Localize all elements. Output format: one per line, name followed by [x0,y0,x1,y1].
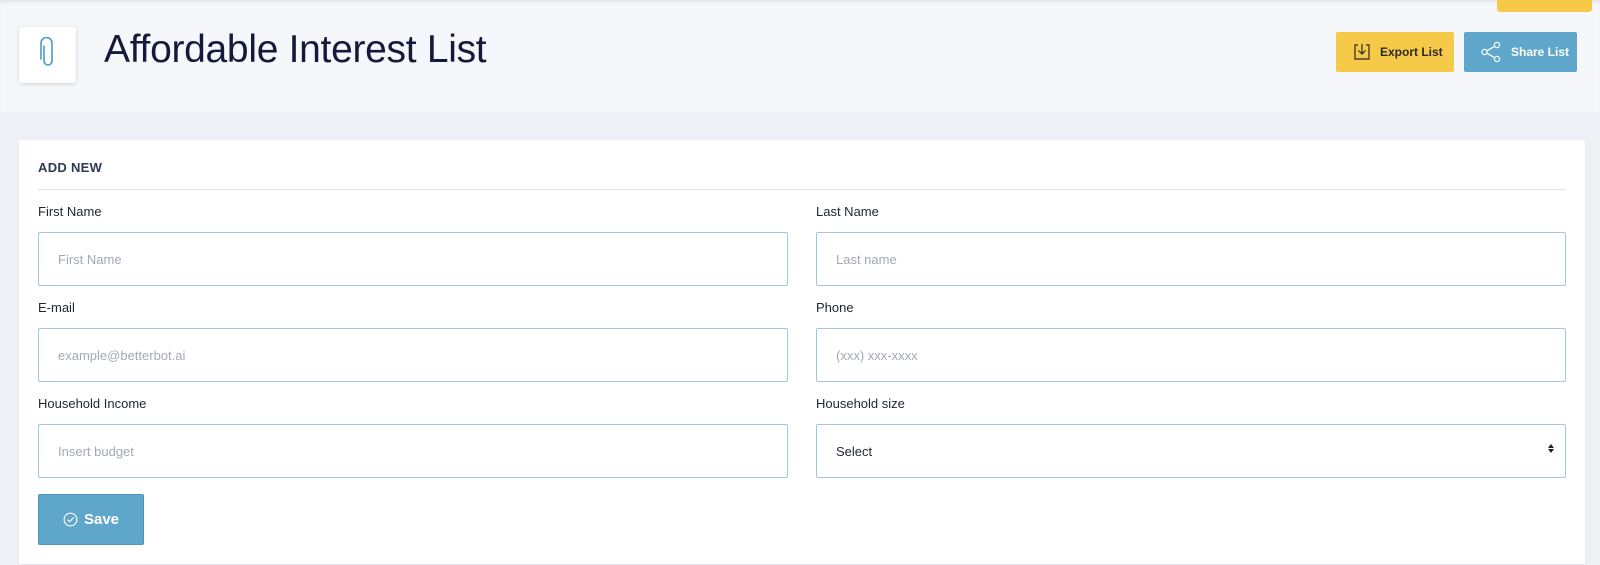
first-name-input[interactable] [38,232,788,286]
app-logo [19,27,76,83]
household-size-selected: Select [836,443,873,459]
save-button[interactable]: Save [38,494,144,545]
email-input[interactable] [38,328,788,382]
save-label: Save [83,511,120,528]
first-name-label: First Name [38,204,102,219]
last-name-label: Last Name [816,204,879,219]
last-name-input[interactable] [816,232,1566,286]
section-divider [38,189,1566,190]
household-income-input[interactable] [38,424,788,478]
paperclip-icon [38,36,58,74]
top-header: Affordable Interest List Export List Sha… [0,0,1600,112]
share-list-button[interactable]: Share List [1464,32,1577,72]
select-arrows-icon [1548,444,1554,453]
email-label: E-mail [38,300,75,315]
share-list-label: Share List [1511,45,1570,59]
household-income-label: Household Income [38,396,147,411]
household-size-label: Household size [816,396,905,411]
section-title: ADD NEW [38,160,103,175]
phone-label: Phone [816,300,854,315]
share-icon [1480,41,1502,63]
add-new-card: ADD NEW First Name Last Name E-mail Phon… [19,140,1585,564]
phone-input[interactable] [816,328,1566,382]
download-icon [1353,43,1371,61]
export-list-label: Export List [1380,45,1443,59]
page-title: Affordable Interest List [104,28,487,71]
export-list-button[interactable]: Export List [1336,32,1454,72]
check-circle-icon [63,512,78,527]
top-accent-tab[interactable] [1497,0,1592,12]
household-size-select[interactable]: Select [816,424,1566,478]
